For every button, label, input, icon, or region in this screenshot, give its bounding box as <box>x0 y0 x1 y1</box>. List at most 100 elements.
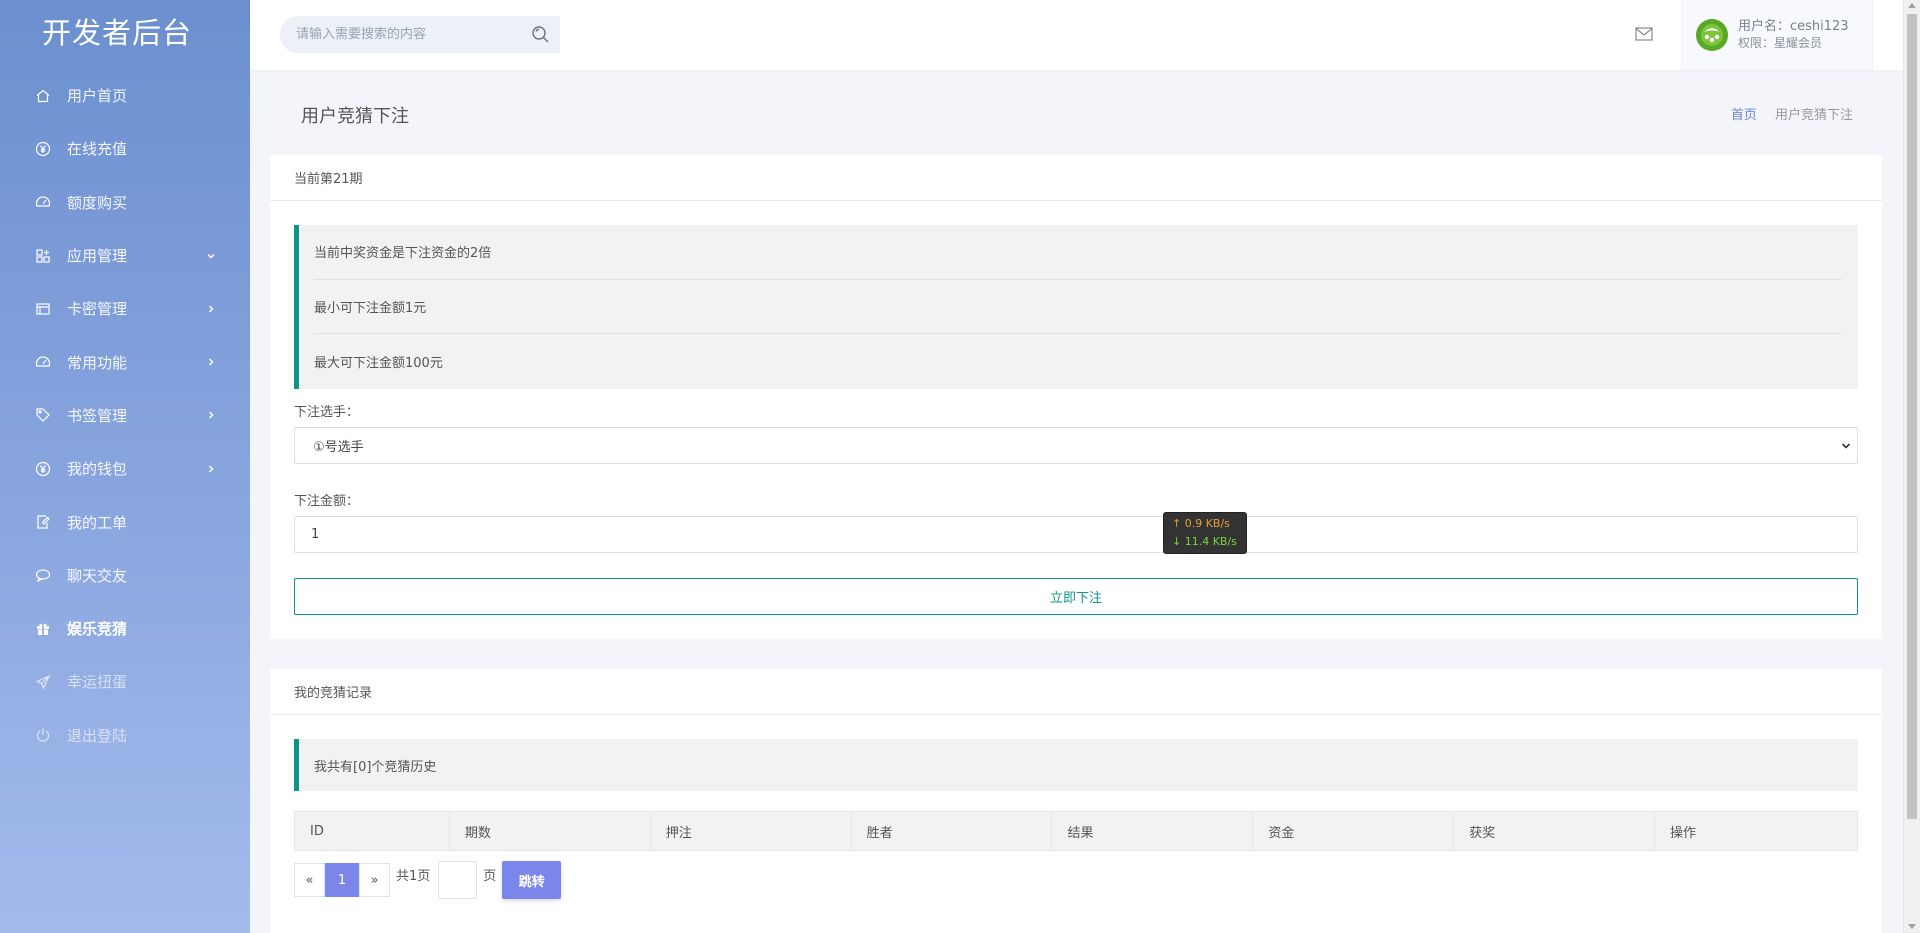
sidebar-item-label: 娱乐竞猜 <box>67 620 128 639</box>
home-icon <box>34 87 52 105</box>
rule-line: 最大可下注金额100元 <box>314 356 443 372</box>
sidebar-item-label: 应用管理 <box>67 247 128 266</box>
page-scrollbar[interactable] <box>1903 0 1920 933</box>
mail-icon[interactable] <box>1635 26 1653 42</box>
bet-panel: 当前第21期 当前中奖资金是下注资金的2倍 最小可下注金额1元 最大可下注金额1… <box>270 155 1882 639</box>
records-panel: 我的竞猜记录 我共有[0]个竞猜历史 ID 期数 押注 胜者 结果 资金 获奖 … <box>270 669 1882 933</box>
apps-icon <box>34 247 52 265</box>
column-header: 获奖 <box>1453 811 1656 851</box>
power-icon <box>34 726 52 744</box>
sidebar-item-label: 在线充值 <box>67 140 128 159</box>
chevron-down-icon <box>207 253 215 259</box>
chevron-right-icon <box>209 411 214 419</box>
column-header: 押注 <box>649 811 852 851</box>
rule-line: 当前中奖资金是下注资金的2倍 <box>314 225 1842 280</box>
sidebar-item-label: 用户首页 <box>67 87 128 106</box>
card-icon <box>34 300 52 318</box>
page-titlebar: 用户竞猜下注 首页 用户竞猜下注 <box>250 70 1903 154</box>
chevron-right-icon <box>209 305 214 313</box>
user-role: 权限：星耀会员 <box>1738 36 1823 50</box>
records-summary: 我共有[0]个竞猜历史 <box>294 739 1858 791</box>
search-input[interactable] <box>296 27 516 42</box>
records-table: ID 期数 押注 胜者 结果 资金 获奖 操作 <box>294 811 1858 851</box>
sidebar-item-tickets[interactable]: 我的工单 <box>0 495 250 548</box>
amount-input[interactable]: 1 <box>294 516 1858 554</box>
user-menu[interactable]: 用户名：ceshi123 权限：星耀会员 <box>1681 0 1873 70</box>
sidebar-item-label: 退出登陆 <box>67 726 128 745</box>
net-speed-widget: ↑ 0.9 KB/s ↓ 11.4 KB/s <box>1163 512 1247 554</box>
yen-circle-icon <box>34 140 52 158</box>
page-jump-button[interactable]: 跳转 <box>502 861 562 899</box>
chat-icon <box>34 566 52 584</box>
sidebar-item-label: 幸运扭蛋 <box>67 673 128 692</box>
pagination: « 1 » 共1页 页 跳转 <box>294 861 1858 899</box>
sidebar-item-betting[interactable]: 娱乐竞猜 <box>0 602 250 655</box>
column-header: 胜者 <box>850 811 1053 851</box>
download-speed: ↓ 11.4 KB/s <box>1172 535 1237 548</box>
breadcrumb-current: 用户竞猜下注 <box>1774 108 1853 123</box>
user-name: 用户名：ceshi123 <box>1738 19 1849 34</box>
gauge-icon <box>34 353 52 371</box>
page-jump-input[interactable] <box>438 861 478 899</box>
sidebar-item-label: 我的工单 <box>67 513 128 532</box>
sidebar-item-label: 卡密管理 <box>67 300 128 319</box>
column-header: ID <box>294 811 450 851</box>
scroll-up-arrow-icon[interactable] <box>1908 3 1916 8</box>
bet-rules-notice: 当前中奖资金是下注资金的2倍 最小可下注金额1元 最大可下注金额100元 <box>294 225 1858 390</box>
place-bet-button[interactable]: 立即下注 <box>294 578 1858 616</box>
scroll-down-arrow-icon[interactable] <box>1908 924 1916 929</box>
sidebar-item-chat[interactable]: 聊天交友 <box>0 549 250 602</box>
sidebar-item-label: 书签管理 <box>67 406 128 425</box>
app-logo: 开发者后台 <box>42 16 193 50</box>
avatar <box>1696 19 1728 51</box>
sidebar-item-bookmarks[interactable]: 书签管理 <box>0 389 250 442</box>
sidebar-item-home[interactable]: 用户首页 <box>0 69 250 122</box>
next-page-button[interactable]: » <box>359 863 390 897</box>
breadcrumb: 首页 用户竞猜下注 <box>1731 104 1853 123</box>
chevron-right-icon <box>209 465 214 473</box>
paper-plane-icon <box>34 673 52 691</box>
yen-circle-icon <box>34 460 52 478</box>
column-header: 操作 <box>1654 811 1858 851</box>
search-icon[interactable] <box>531 25 550 44</box>
tag-icon <box>34 406 52 424</box>
scrollbar-thumb[interactable] <box>1907 14 1917 819</box>
chevron-right-icon <box>209 358 214 366</box>
sidebar-item-quota[interactable]: 额度购买 <box>0 176 250 229</box>
page-number-button[interactable]: 1 <box>325 863 359 897</box>
column-header: 结果 <box>1051 811 1254 851</box>
sidebar-item-label: 常用功能 <box>67 353 128 372</box>
sidebar-item-label: 额度购买 <box>67 193 128 212</box>
sidebar-item-apps[interactable]: 应用管理 <box>0 229 250 282</box>
upload-speed: ↑ 0.9 KB/s <box>1172 517 1230 530</box>
amount-label: 下注金额： <box>294 494 360 510</box>
gift-icon <box>34 620 52 638</box>
gauge-icon <box>34 193 52 211</box>
sidebar-item-wallet[interactable]: 我的钱包 <box>0 442 250 495</box>
player-label: 下注选手： <box>294 405 360 421</box>
page-title: 用户竞猜下注 <box>301 106 409 127</box>
sidebar-item-logout[interactable]: 退出登陆 <box>0 709 250 762</box>
sidebar-item-label: 我的钱包 <box>67 460 128 479</box>
table-header-row: ID 期数 押注 胜者 结果 资金 获奖 操作 <box>294 811 1858 851</box>
rule-line: 最小可下注金额1元 <box>314 280 1842 335</box>
sidebar-item-label: 聊天交友 <box>67 566 128 585</box>
total-pages-text: 共1页 <box>396 869 431 884</box>
chevron-down-icon <box>1841 443 1851 449</box>
breadcrumb-home-link[interactable]: 首页 <box>1731 108 1757 123</box>
player-select[interactable]: ①号选手 <box>294 427 1858 465</box>
sidebar-item-cards[interactable]: 卡密管理 <box>0 282 250 335</box>
records-panel-heading: 我的竞猜记录 <box>270 669 1882 715</box>
column-header: 期数 <box>448 811 651 851</box>
edit-doc-icon <box>34 513 52 531</box>
column-header: 资金 <box>1252 811 1455 851</box>
player-selected-value: ①号选手 <box>313 440 364 456</box>
page-unit-text: 页 <box>483 869 497 884</box>
search-box <box>280 16 560 53</box>
sidebar-item-gacha[interactable]: 幸运扭蛋 <box>0 655 250 708</box>
user-info: 用户名：ceshi123 权限：星耀会员 <box>1738 19 1849 51</box>
sidebar-item-recharge[interactable]: 在线充值 <box>0 122 250 175</box>
prev-page-button[interactable]: « <box>294 863 325 897</box>
sidebar-nav: 用户首页 在线充值 额度购买 应用管理 卡密管理 常用功能 书签管理 我的钱包 … <box>0 69 250 762</box>
sidebar-item-common[interactable]: 常用功能 <box>0 335 250 388</box>
